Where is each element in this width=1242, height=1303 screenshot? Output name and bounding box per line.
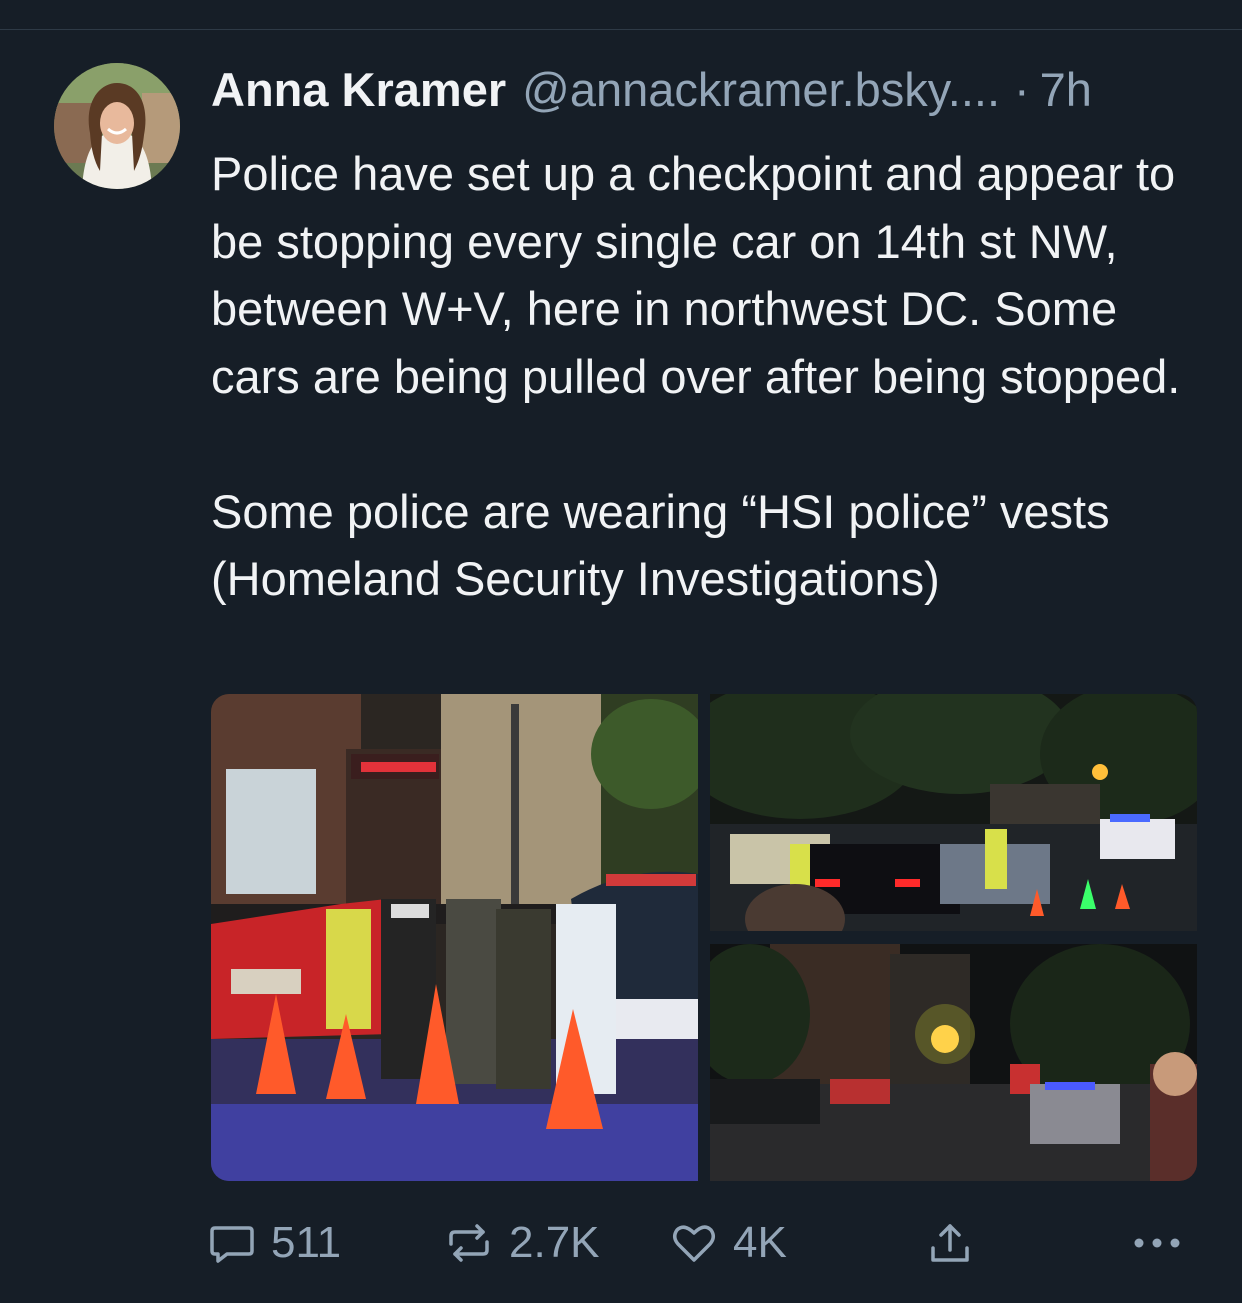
repost-count: 2.7K <box>509 1218 600 1267</box>
media-image-street-checkpoint[interactable] <box>710 694 1197 931</box>
repost-button[interactable]: 2.7K <box>443 1215 600 1271</box>
post-media-gallery <box>211 694 1197 1181</box>
heart-icon <box>673 1225 715 1262</box>
repost-arrows-icon <box>449 1224 489 1262</box>
post-text: Police have set up a checkpoint and appe… <box>211 140 1211 613</box>
like-button[interactable]: 4K <box>669 1215 787 1271</box>
post-actions-bar: 511 2.7K 4K <box>207 1215 1197 1271</box>
post-header: Anna Kramer @annackramer.bsky.... · 7h <box>211 62 1201 122</box>
media-image-wide-street[interactable] <box>710 944 1197 1181</box>
reply-button[interactable]: 511 <box>207 1215 341 1271</box>
speech-bubble-icon <box>210 1226 254 1263</box>
post-paragraph: Some police are wearing “HSI police” ves… <box>211 484 1110 606</box>
author-name[interactable]: Anna Kramer <box>211 62 506 117</box>
reply-count: 511 <box>271 1218 342 1267</box>
share-upload-icon <box>931 1224 969 1262</box>
post-paragraph: Police have set up a checkpoint and appe… <box>211 147 1181 403</box>
post-timestamp[interactable]: 7h <box>1040 62 1092 117</box>
top-divider <box>0 29 1242 30</box>
share-button[interactable] <box>925 1215 975 1271</box>
ellipsis-icon <box>1134 1238 1180 1248</box>
author-avatar[interactable] <box>54 63 180 189</box>
author-handle[interactable]: @annackramer.bsky.... <box>522 62 1000 117</box>
media-image-police-checkpoint[interactable] <box>211 694 698 1181</box>
header-separator: · <box>1014 63 1030 116</box>
like-count: 4K <box>733 1218 787 1267</box>
more-options-button[interactable] <box>1127 1215 1187 1271</box>
